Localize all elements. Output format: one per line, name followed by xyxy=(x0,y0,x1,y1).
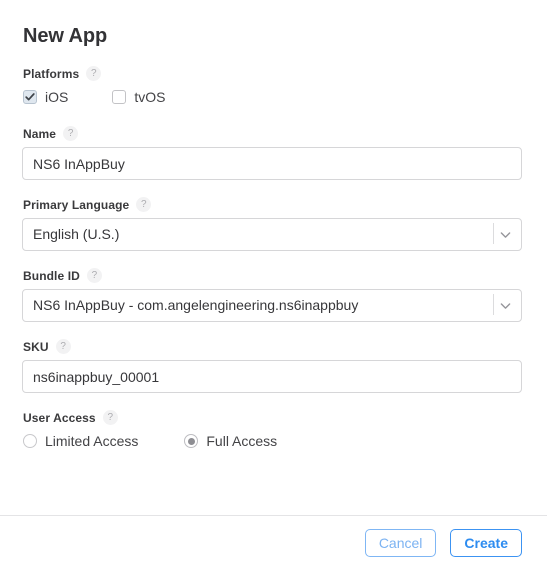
form-body: New App Platforms ? iOS tvOS Name ? NS6 … xyxy=(0,0,547,515)
checkmark-icon xyxy=(25,93,35,101)
checkbox-label-ios: iOS xyxy=(45,89,69,105)
radio-option-limited-access[interactable]: Limited Access xyxy=(23,431,138,451)
field-group-platforms: Platforms ? iOS tvOS xyxy=(22,66,522,107)
platforms-options: iOS tvOS xyxy=(23,87,522,107)
select-divider-bundle-id xyxy=(493,294,494,315)
field-group-name: Name ? xyxy=(22,126,522,180)
bundle-id-label: Bundle ID xyxy=(23,268,80,283)
bundle-id-select[interactable]: NS6 InAppBuy - com.angelengineering.ns6i… xyxy=(22,289,522,322)
help-icon-user-access[interactable]: ? xyxy=(102,410,118,425)
cancel-button[interactable]: Cancel xyxy=(364,528,437,557)
field-group-bundle-id: Bundle ID ? NS6 InAppBuy - com.angelengi… xyxy=(22,268,522,322)
checkbox-tvos[interactable] xyxy=(112,90,127,104)
radio-option-full-access[interactable]: Full Access xyxy=(184,431,277,451)
name-label-row: Name ? xyxy=(23,126,522,141)
checkbox-option-ios[interactable]: iOS xyxy=(23,87,68,107)
sku-label: SKU xyxy=(23,339,49,354)
name-input[interactable] xyxy=(22,147,522,180)
user-access-options: Limited Access Full Access xyxy=(23,431,522,451)
radio-dot-icon xyxy=(187,437,195,445)
bundle-id-value[interactable]: NS6 InAppBuy - com.angelengineering.ns6i… xyxy=(22,289,522,322)
page-title: New App xyxy=(23,25,108,47)
field-group-sku: SKU ? xyxy=(22,339,522,393)
platforms-label: Platforms xyxy=(23,66,80,81)
primary-language-select[interactable]: English (U.S.) xyxy=(22,218,522,251)
new-app-dialog: New App Platforms ? iOS tvOS Name ? NS6 … xyxy=(0,0,547,569)
primary-language-label-row: Primary Language ? xyxy=(23,197,522,212)
help-icon-sku[interactable]: ? xyxy=(55,339,71,354)
radio-full-access[interactable] xyxy=(184,434,199,448)
sku-input[interactable] xyxy=(22,360,522,393)
sku-label-row: SKU ? xyxy=(23,339,522,354)
checkbox-option-tvos[interactable]: tvOS xyxy=(112,87,165,107)
field-group-user-access: User Access ? Limited Access Full Access xyxy=(22,410,522,451)
help-icon-name[interactable]: ? xyxy=(63,126,79,141)
user-access-label: User Access xyxy=(23,410,96,425)
platforms-label-row: Platforms ? xyxy=(23,66,522,81)
create-button[interactable]: Create xyxy=(450,528,522,557)
help-icon-primary-language[interactable]: ? xyxy=(136,197,152,212)
checkbox-label-tvos: tvOS xyxy=(134,89,166,105)
bundle-id-label-row: Bundle ID ? xyxy=(23,268,522,283)
primary-language-value[interactable]: English (U.S.) xyxy=(22,218,522,251)
radio-label-full-access: Full Access xyxy=(206,433,278,449)
help-icon-bundle-id[interactable]: ? xyxy=(86,268,102,283)
checkbox-ios[interactable] xyxy=(23,90,37,104)
radio-label-limited-access: Limited Access xyxy=(45,433,139,449)
help-icon-platforms[interactable]: ? xyxy=(86,66,102,81)
user-access-label-row: User Access ? xyxy=(23,410,522,425)
select-divider-primary-language xyxy=(493,223,494,244)
dialog-footer: Cancel Create xyxy=(0,515,547,569)
field-group-primary-language: Primary Language ? English (U.S.) xyxy=(22,197,522,251)
name-label: Name xyxy=(23,126,57,141)
primary-language-label: Primary Language xyxy=(23,197,130,212)
radio-limited-access[interactable] xyxy=(23,434,37,448)
